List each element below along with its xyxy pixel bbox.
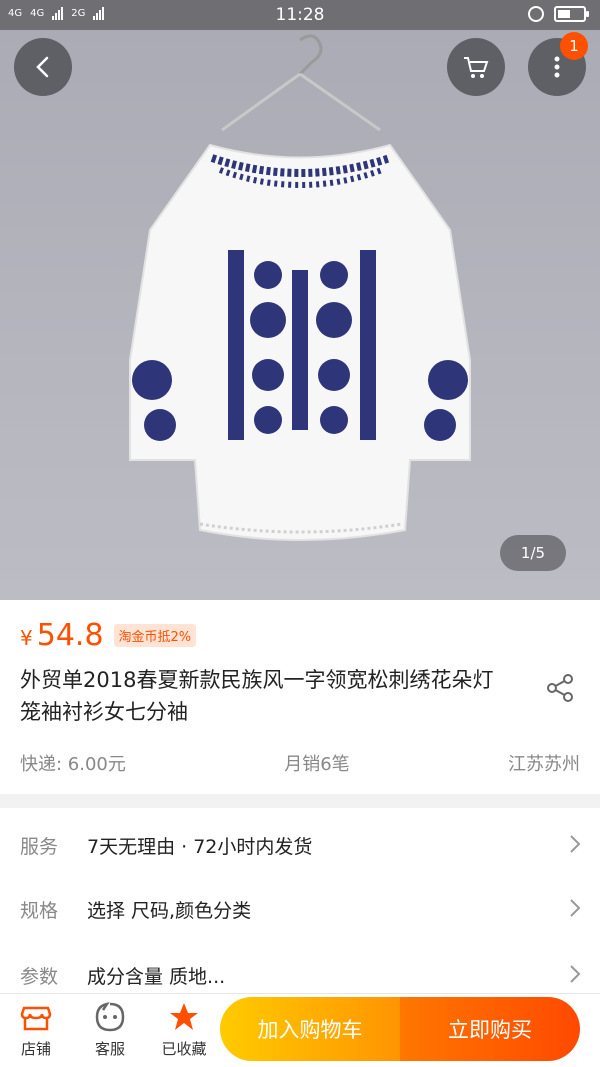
option-label: 参数 bbox=[20, 966, 59, 988]
cart-button[interactable] bbox=[447, 38, 505, 96]
price: 54.8 bbox=[36, 618, 104, 653]
share-icon[interactable] bbox=[544, 672, 576, 704]
chevron-right-icon bbox=[570, 835, 581, 853]
star-icon bbox=[170, 1003, 198, 1030]
add-to-cart-button[interactable]: 加入购物车 bbox=[220, 997, 400, 1061]
product-title: 外贸单2018春夏新款民族风一字领宽松刺绣花朵灯笼袖衬衫女七分袖 bbox=[20, 668, 494, 724]
product-image-gallery[interactable]: 1 1/5 bbox=[0, 30, 600, 600]
customer-service-label: 客服 bbox=[94, 1040, 125, 1058]
product-photo-blouse bbox=[129, 34, 471, 541]
options-list: 服务 7天无理由 · 72小时内发货 规格 选择 尺码,颜色分类 参数 成分含量… bbox=[0, 808, 600, 993]
more-button[interactable]: 1 bbox=[528, 32, 588, 96]
option-label: 服务 bbox=[20, 836, 59, 858]
chevron-right-icon bbox=[570, 899, 581, 917]
chevron-right-icon bbox=[570, 965, 581, 983]
image-counter: 1/5 bbox=[500, 535, 566, 571]
rotation-lock-icon bbox=[528, 6, 544, 22]
currency-symbol: ¥ bbox=[20, 626, 33, 650]
option-value: 7天无理由 · 72小时内发货 bbox=[87, 836, 313, 858]
bottom-action-bar: 店铺 客服 已收藏 加入购物车 立即购买 bbox=[0, 993, 600, 1067]
option-spec[interactable]: 规格 选择 尺码,颜色分类 bbox=[0, 876, 600, 940]
option-label: 规格 bbox=[20, 900, 59, 922]
shop-icon bbox=[20, 1006, 52, 1031]
favorite-label: 已收藏 bbox=[161, 1040, 207, 1058]
status-time: 11:28 bbox=[275, 5, 325, 25]
option-value: 成分含量 质地... bbox=[87, 966, 226, 988]
back-button[interactable] bbox=[14, 38, 72, 96]
meta-row: 快递: 6.00元 月销6笔 江苏苏州 bbox=[20, 750, 580, 776]
option-service[interactable]: 服务 7天无理由 · 72小时内发货 bbox=[0, 812, 600, 876]
favorite-button[interactable]: 已收藏 bbox=[154, 1000, 214, 1059]
more-vertical-icon bbox=[554, 56, 560, 78]
monthly-sales: 月销6笔 bbox=[284, 754, 350, 775]
product-detail-page: 4G 4G 2G 11:28 1 1/5 ¥ 54.8 淘金币抵2% 外贸单20… bbox=[0, 0, 600, 1067]
shop-label: 店铺 bbox=[20, 1040, 51, 1058]
price-row: ¥ 54.8 淘金币抵2% bbox=[20, 618, 197, 653]
chevron-left-icon bbox=[36, 56, 49, 78]
coin-discount-tag: 淘金币抵2% bbox=[113, 624, 197, 647]
battery-icon bbox=[554, 6, 589, 22]
status-bar: 4G 4G 2G 11:28 bbox=[0, 0, 600, 30]
customer-service-button[interactable]: 客服 bbox=[80, 1000, 140, 1059]
product-info: ¥ 54.8 淘金币抵2% 外贸单2018春夏新款民族风一字领宽松刺绣花朵灯笼袖… bbox=[0, 600, 600, 794]
shipping-fee: 快递: 6.00元 bbox=[20, 754, 126, 775]
shop-button[interactable]: 店铺 bbox=[6, 1000, 66, 1059]
chat-icon bbox=[95, 1002, 125, 1032]
option-value: 选择 尺码,颜色分类 bbox=[87, 900, 252, 922]
buy-now-button[interactable]: 立即购买 bbox=[400, 997, 580, 1061]
cart-icon bbox=[464, 57, 489, 78]
status-icons bbox=[528, 6, 589, 22]
notification-badge: 1 bbox=[560, 32, 588, 60]
location: 江苏苏州 bbox=[507, 754, 580, 775]
